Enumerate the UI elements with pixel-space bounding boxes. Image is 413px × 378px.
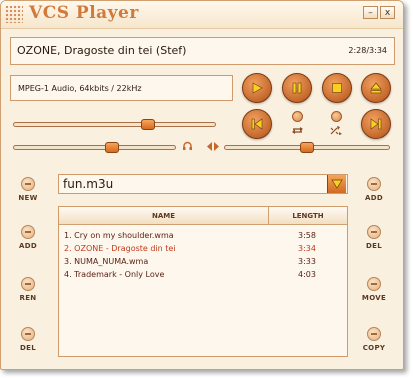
track-name: 4. Trademark - Only Love: [64, 270, 165, 279]
add-track-label: ADD: [365, 194, 383, 202]
pause-icon: [292, 82, 302, 94]
shuffle-toggle[interactable]: [331, 111, 342, 122]
volume-slider-thumb[interactable]: [105, 142, 119, 153]
track-name: 1. Cry on my shoulder.wma: [64, 231, 174, 240]
track-length: 3:33: [298, 257, 316, 266]
player-window: VCS Player – x OZONE, Dragoste din tei (…: [0, 0, 404, 370]
title-bar[interactable]: VCS Player – x: [1, 1, 403, 29]
track-title: OZONE, Dragoste din tei (Stef): [17, 44, 187, 57]
add-track-button[interactable]: ADD: [357, 177, 391, 207]
eject-icon: [370, 82, 382, 94]
copy-track-button[interactable]: COPY: [357, 327, 391, 357]
new-button-label: NEW: [18, 194, 38, 202]
next-icon: [370, 118, 382, 130]
stop-button[interactable]: [322, 73, 352, 103]
play-button[interactable]: [242, 73, 272, 103]
shuffle-icon: [330, 126, 342, 135]
repeat-toggle[interactable]: [292, 111, 303, 122]
playlist-row[interactable]: 4. Trademark - Only Love 4:03: [59, 268, 347, 281]
length-column-header[interactable]: LENGTH: [269, 207, 347, 225]
track-length: 3:58: [298, 231, 316, 240]
playlist: NAME LENGTH 1. Cry on my shoulder.wma 3:…: [58, 206, 348, 357]
delete-track-button[interactable]: DEL: [357, 225, 391, 255]
playlist-row[interactable]: 3. NUMA_NUMA.wma 3:33: [59, 255, 347, 268]
previous-button[interactable]: [242, 109, 272, 139]
rename-playlist-button[interactable]: REN: [11, 277, 45, 307]
track-length: 4:03: [298, 270, 316, 279]
stop-icon: [332, 83, 342, 93]
pause-button[interactable]: [282, 73, 312, 103]
move-track-button[interactable]: MOVE: [357, 277, 391, 307]
track-length: 3:34: [298, 244, 316, 253]
playlist-dropdown-button[interactable]: [327, 175, 346, 193]
track-name: 2. OZONE - Dragoste din tei: [64, 244, 176, 253]
name-column-header[interactable]: NAME: [59, 207, 269, 225]
close-button[interactable]: x: [380, 6, 395, 19]
add-button-label: ADD: [19, 242, 37, 250]
balance-slider-thumb[interactable]: [300, 142, 314, 153]
rename-button-icon: [21, 277, 35, 291]
track-time: 2:28/3:34: [348, 46, 387, 55]
rename-button-label: REN: [19, 294, 37, 302]
playlist-file-select[interactable]: fun.m3u: [58, 174, 348, 194]
app-logo-icon: [5, 5, 23, 23]
eject-button[interactable]: [361, 73, 391, 103]
next-button[interactable]: [361, 109, 391, 139]
delete-track-label: DEL: [366, 242, 382, 250]
delete-track-icon: [367, 225, 381, 239]
seek-slider[interactable]: [13, 119, 216, 130]
add-playlist-button[interactable]: ADD: [11, 225, 45, 255]
playlist-file-name: fun.m3u: [63, 177, 114, 191]
app-title: VCS Player: [29, 3, 139, 23]
move-track-icon: [367, 277, 381, 291]
minimize-button[interactable]: –: [363, 6, 378, 19]
repeat-icon: [292, 127, 303, 134]
stream-info-display: MPEG-1 Audio, 64kbits / 22kHz: [10, 75, 233, 101]
play-icon: [252, 82, 263, 94]
previous-icon: [251, 118, 263, 130]
delete-button-label: DEL: [20, 344, 36, 352]
delete-button-icon: [21, 327, 35, 341]
now-playing-display: OZONE, Dragoste din tei (Stef) 2:28/3:34: [10, 37, 395, 65]
balance-icon: [207, 142, 219, 151]
playlist-row[interactable]: 2. OZONE - Dragoste din tei 3:34: [59, 242, 347, 255]
balance-slider[interactable]: [224, 142, 390, 153]
add-button-icon: [21, 225, 35, 239]
playlist-row[interactable]: 1. Cry on my shoulder.wma 3:58: [59, 229, 347, 242]
copy-track-icon: [367, 327, 381, 341]
new-button-icon: [21, 177, 35, 191]
move-track-label: MOVE: [361, 294, 387, 302]
dropdown-icon: [331, 179, 343, 189]
copy-track-label: COPY: [362, 344, 386, 352]
track-name: 3. NUMA_NUMA.wma: [64, 257, 149, 266]
add-track-icon: [367, 177, 381, 191]
delete-playlist-button[interactable]: DEL: [11, 327, 45, 357]
new-playlist-button[interactable]: NEW: [11, 177, 45, 207]
volume-slider[interactable]: [13, 142, 176, 153]
headphones-icon: [183, 141, 192, 150]
seek-slider-thumb[interactable]: [141, 119, 155, 130]
stream-info: MPEG-1 Audio, 64kbits / 22kHz: [18, 84, 142, 93]
